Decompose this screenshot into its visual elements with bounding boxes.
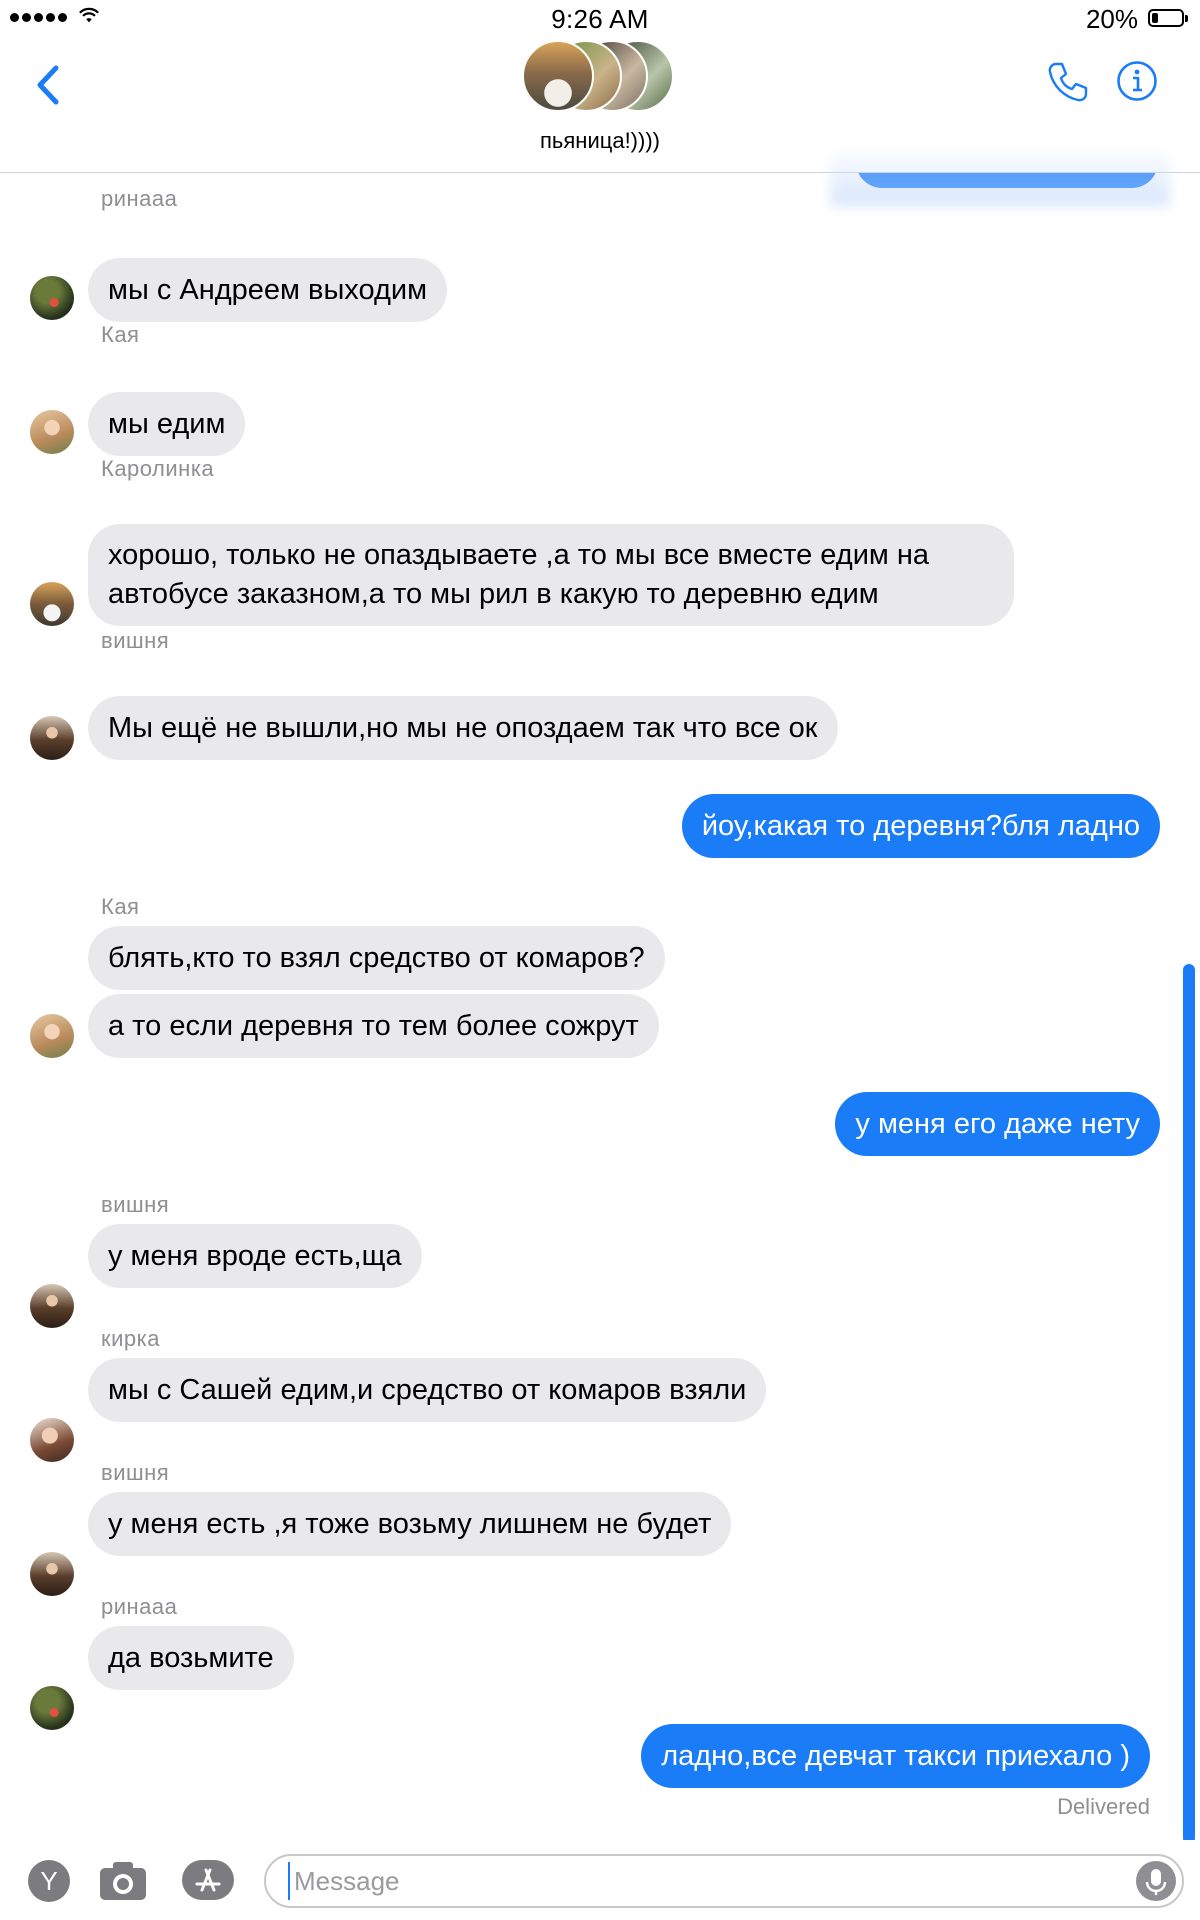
my-message-bubble[interactable]: ладно,все девчат такси приехало ) [641,1724,1150,1788]
sender-name: Кая [101,322,140,347]
sender-name: вишня [101,628,170,653]
sender-name: кирка [101,1326,160,1351]
sender-name: ринааа [101,186,178,211]
info-icon[interactable] [1116,60,1158,102]
message-bubble[interactable]: Мы ещё не вышли,но мы не опоздаем так чт… [88,696,838,760]
message-bubble[interactable]: блять,кто то взял средство от комаров? [88,926,665,990]
phone-icon[interactable] [1046,60,1090,104]
group-name[interactable]: пьяница!)))) [0,128,1200,154]
message-bubble[interactable]: мы с Сашей едим,и средство от комаров вз… [88,1358,767,1422]
scrollbar[interactable] [1183,964,1195,1844]
message-bubble[interactable]: а то если деревня то тем более сожрут [88,994,659,1058]
battery-icon [1148,9,1188,27]
status-bar: 9:26 AM 20% [0,0,1200,38]
avatar[interactable] [30,716,74,760]
delivered-status: Delivered [1057,1794,1150,1819]
group-avatar-stack[interactable] [522,40,678,116]
avatar[interactable] [30,582,74,626]
message-line: автобусе заказном,а то мы рил в какую то… [108,578,879,610]
message-line: хорошо, только не опаздываете ,а то мы в… [108,539,930,571]
avatar[interactable] [30,1552,74,1596]
sender-name: вишня [101,1192,170,1217]
my-message-bubble[interactable]: йоу,какая то деревня?бля ладно [681,794,1160,858]
sender-name: Кая [101,894,140,919]
battery-percentage: 20% [1085,4,1138,34]
sender-name: вишня [101,1460,170,1485]
sender-name: ринааа [101,1594,178,1619]
mic-button[interactable] [1136,1861,1176,1901]
message-field[interactable] [264,1854,1184,1908]
message-bubble[interactable]: да возьмите [88,1626,294,1690]
sender-name: Каролинка [101,456,215,481]
avatar[interactable] [30,1284,74,1328]
message-bubble[interactable]: у меня есть ,я тоже возьму лишнем не буд… [88,1492,732,1556]
appstore-icon[interactable] [180,1858,236,1902]
mic-icon [1145,1869,1167,1895]
back-icon[interactable] [30,60,70,110]
message-bubble[interactable]: мы с Андреем выходим [88,258,448,322]
avatar [522,40,594,112]
conversation-header: пьяница!)))) [0,38,1200,206]
clock: 9:26 AM [551,4,649,34]
message-input-bar: Y [0,1840,1200,1920]
camera-icon[interactable] [98,1858,148,1902]
avatar[interactable] [30,1418,74,1462]
my-message-bubble[interactable]: у меня его даже нету [835,1092,1160,1156]
message-bubble[interactable]: хорошо, только не опаздываете ,а то мы в… [88,524,1014,626]
avatar[interactable] [30,1014,74,1058]
avatar[interactable] [30,1686,74,1730]
message-bubble[interactable]: у меня вроде есть,ща [88,1224,422,1288]
avatar[interactable] [30,410,74,454]
message-bubble[interactable]: мы едим [88,392,246,456]
avatar[interactable] [30,276,74,320]
message-input[interactable] [288,1862,1114,1900]
message-thread: ринааа мы с Андреем выходим Кая мы едим … [0,172,1200,1820]
app-drawer-button[interactable]: Y [28,1860,70,1902]
